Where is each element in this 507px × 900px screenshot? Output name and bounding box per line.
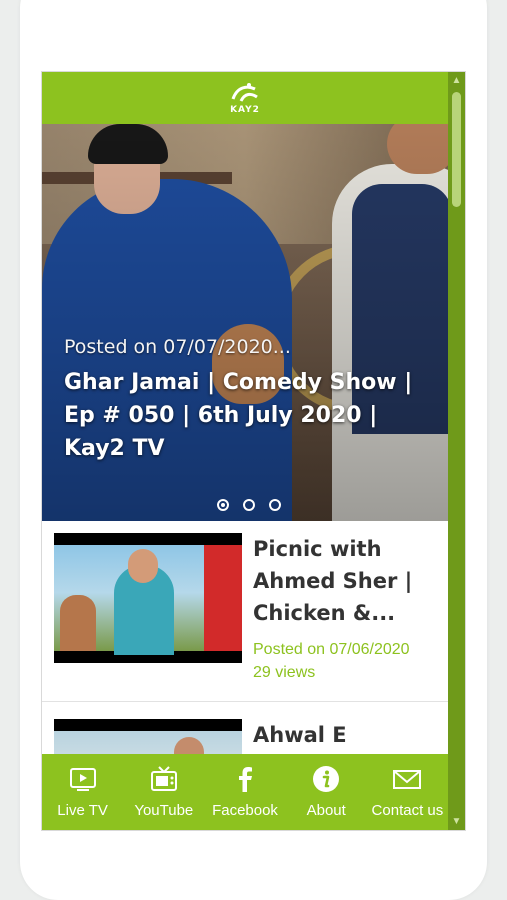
tv-icon (69, 768, 96, 791)
youtube-icon (150, 766, 177, 791)
vertical-scrollbar[interactable]: ▲ ▼ (448, 72, 465, 830)
tab-facebook[interactable]: Facebook (204, 754, 285, 830)
tab-live-tv[interactable]: Live TV (42, 754, 123, 830)
carousel-dot-3[interactable] (269, 499, 281, 511)
tab-label: Contact us (371, 802, 444, 819)
logo-text: KAY2 (230, 105, 260, 115)
thumb-red-panel (204, 545, 242, 651)
logo-mark-icon (231, 83, 258, 102)
hero-posted-date: Posted on 07/07/2020... (64, 336, 291, 358)
thumb-person-1-head (128, 549, 158, 583)
bottom-tab-bar: Live TV YouTube Facebook About Contact u… (42, 754, 448, 830)
video-thumbnail[interactable] (54, 533, 242, 663)
tab-contact-us[interactable]: Contact us (367, 754, 448, 830)
mail-icon (393, 770, 422, 789)
tab-label: About (306, 802, 346, 819)
scroll-up-arrow-icon[interactable]: ▲ (448, 72, 465, 89)
tab-youtube[interactable]: YouTube (123, 754, 204, 830)
carousel-dots (217, 499, 281, 511)
video-views: 29 views (253, 664, 316, 681)
featured-video-carousel[interactable]: Posted on 07/07/2020... Ghar Jamai | Com… (42, 124, 448, 521)
tab-label: Live TV (57, 802, 108, 819)
scroll-down-arrow-icon[interactable]: ▼ (448, 813, 465, 830)
thumbnail-image (54, 545, 242, 655)
tab-label: Facebook (212, 802, 278, 819)
info-icon (313, 766, 340, 792)
kay2-logo: KAY2 (227, 81, 263, 115)
tab-label: YouTube (134, 802, 194, 819)
thumb-person-2 (60, 595, 96, 651)
video-list-item[interactable]: Picnic with Ahmed Sher | Chicken &... Po… (42, 521, 448, 702)
scroll-thumb[interactable] (452, 92, 461, 207)
video-title[interactable]: Picnic with Ahmed Sher | Chicken &... (253, 533, 433, 629)
hero-title[interactable]: Ghar Jamai | Comedy Show | Ep # 050 | 6t… (64, 366, 424, 465)
facebook-icon (239, 767, 252, 792)
video-posted-date: Posted on 07/06/2020 (253, 641, 410, 658)
app-screen: KAY2 Posted on 07/07/2020... Ghar Jamai … (41, 71, 466, 831)
carousel-dot-2[interactable] (243, 499, 255, 511)
app-header: KAY2 (42, 72, 448, 124)
carousel-dot-1[interactable] (217, 499, 229, 511)
tab-about[interactable]: About (286, 754, 367, 830)
